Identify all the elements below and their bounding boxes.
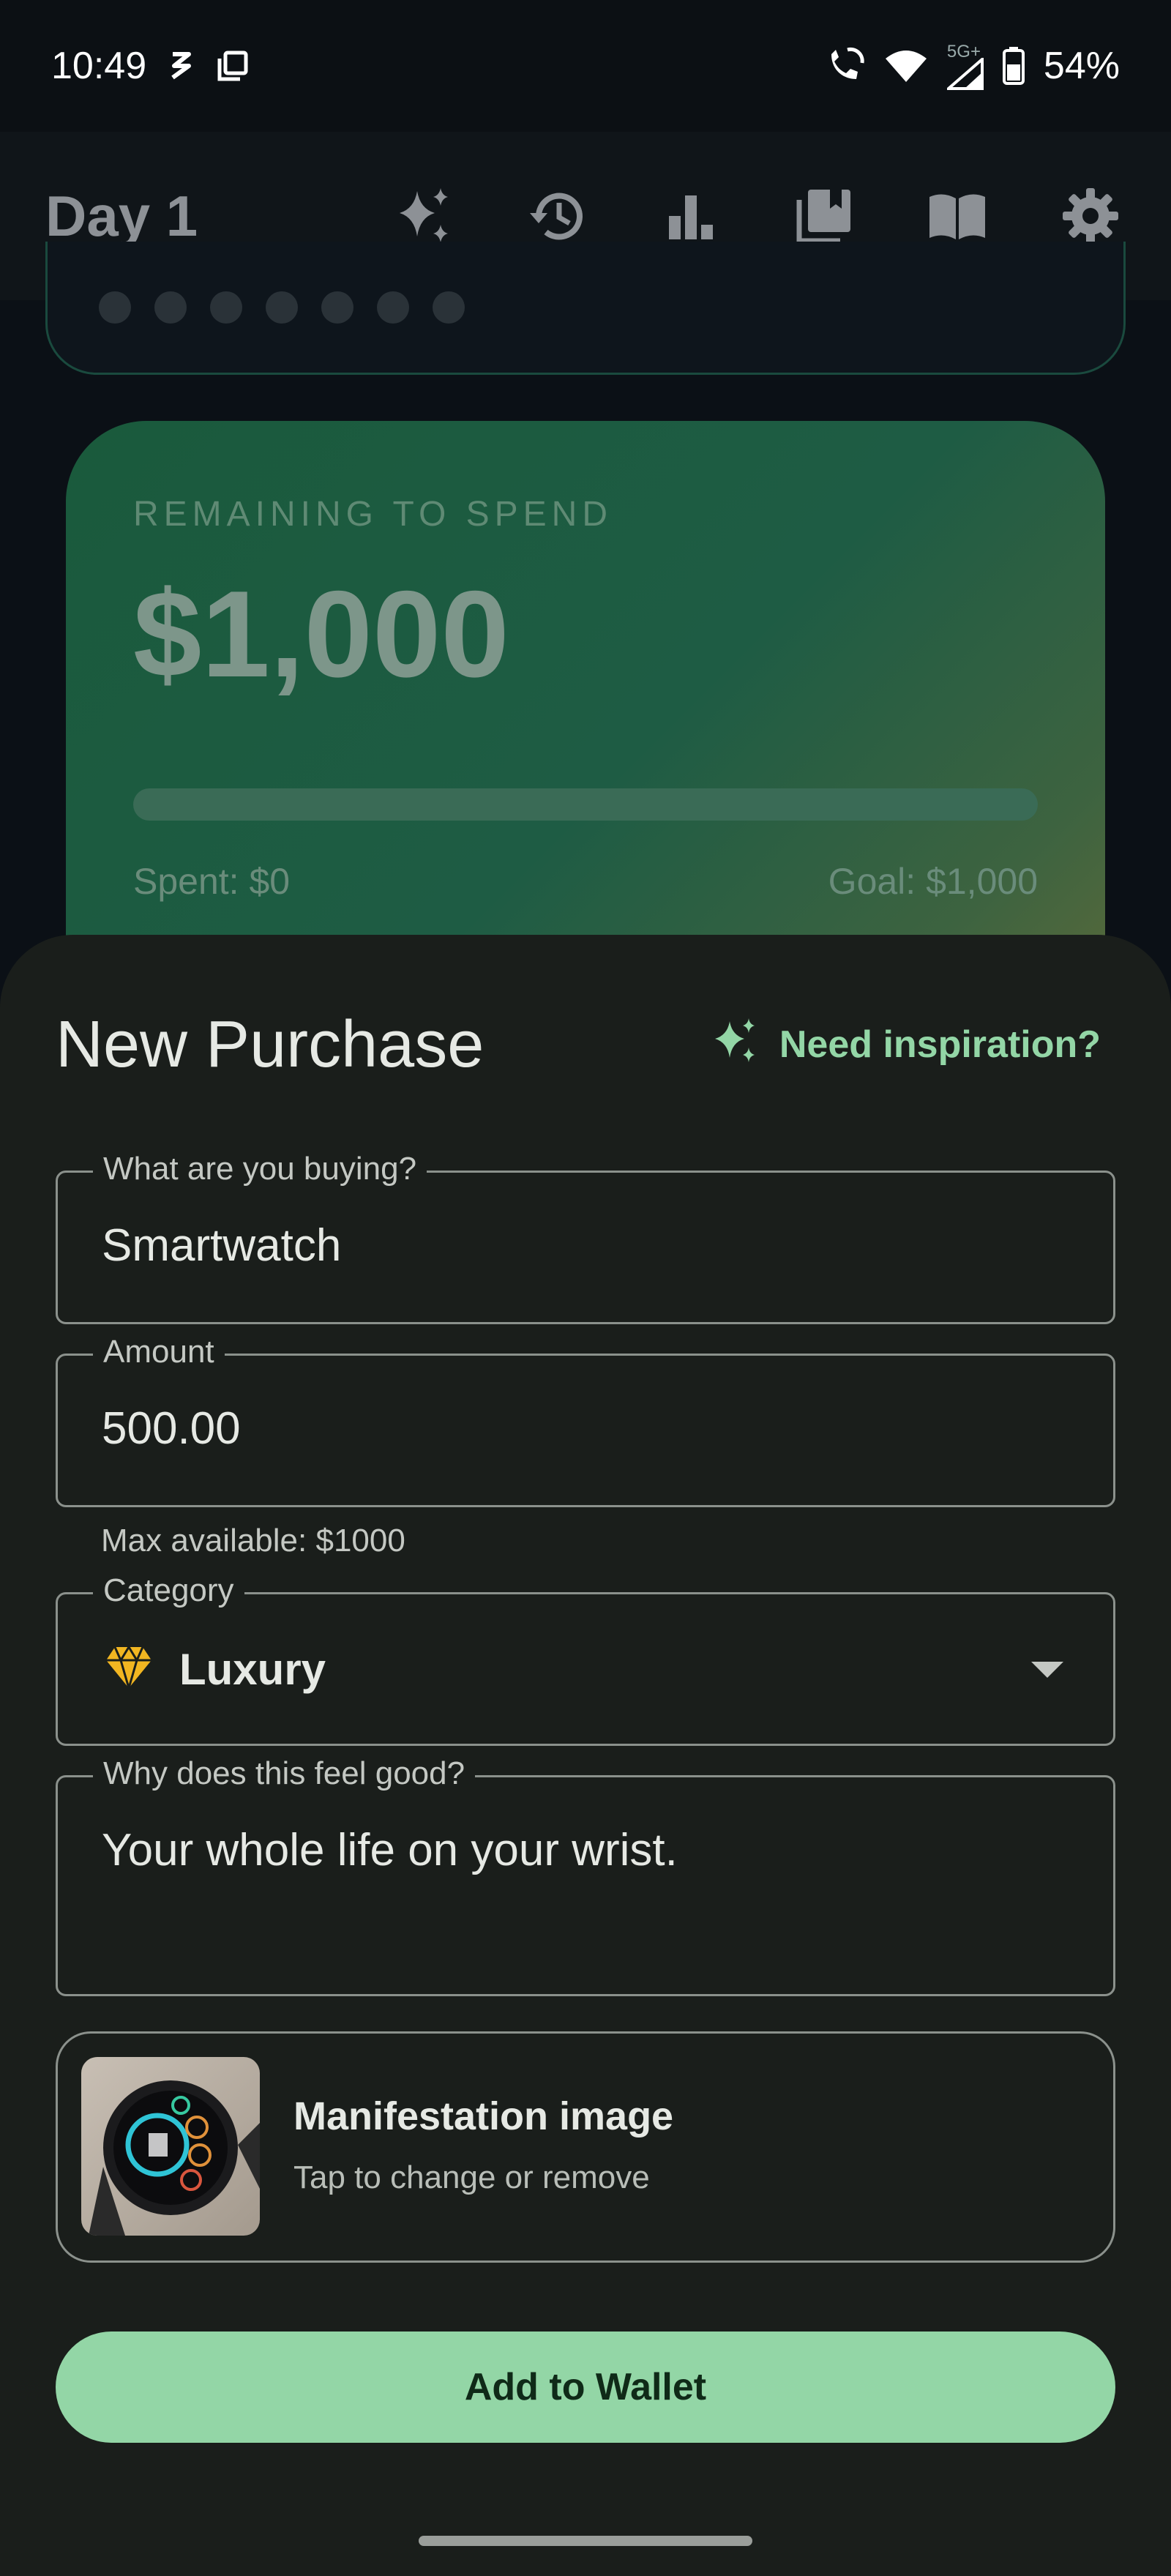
diamond-icon bbox=[105, 1645, 153, 1693]
streak-dot bbox=[377, 291, 409, 324]
amount-value: 500.00 bbox=[102, 1403, 241, 1454]
item-name-value: Smartwatch bbox=[102, 1220, 342, 1271]
budget-label: REMAINING TO SPEND bbox=[133, 495, 613, 534]
gesture-nav-bar[interactable] bbox=[419, 2536, 752, 2546]
image-card-title: Manifestation image bbox=[293, 2094, 674, 2138]
sheet-title: New Purchase bbox=[56, 1007, 485, 1081]
link-icon bbox=[165, 48, 196, 83]
page-title: Day 1 bbox=[45, 183, 198, 248]
item-name-field[interactable]: What are you buying? Smartwatch bbox=[56, 1151, 1115, 1324]
amount-label: Amount bbox=[93, 1334, 225, 1370]
budget-amount: $1,000 bbox=[133, 565, 509, 703]
budget-goal: Goal: $1,000 bbox=[828, 861, 1038, 902]
item-name-label: What are you buying? bbox=[93, 1151, 427, 1187]
manifestation-image-card[interactable]: Manifestation image Tap to change or rem… bbox=[56, 2031, 1115, 2263]
streak-dot bbox=[266, 291, 298, 324]
budget-card: REMAINING TO SPEND $1,000 Spent: $0 Goal… bbox=[66, 421, 1105, 1021]
category-value: Luxury bbox=[179, 1645, 326, 1694]
streak-dot bbox=[321, 291, 353, 324]
wifi-call-icon bbox=[824, 47, 865, 85]
streak-card bbox=[45, 242, 1126, 375]
streak-dot bbox=[154, 291, 187, 324]
status-bar: 10:49 5G+ 54% bbox=[0, 0, 1171, 132]
budget-spent: Spent: $0 bbox=[133, 861, 291, 902]
streak-dot bbox=[433, 291, 465, 324]
reason-label: Why does this feel good? bbox=[93, 1755, 476, 1792]
category-label: Category bbox=[93, 1572, 244, 1609]
budget-progress bbox=[133, 788, 1038, 821]
streak-dot bbox=[99, 291, 131, 324]
sparkles-icon bbox=[711, 1015, 760, 1075]
new-purchase-sheet: New Purchase Need inspiration? What are … bbox=[0, 935, 1171, 2576]
chevron-down-icon bbox=[1031, 1662, 1063, 1678]
battery-level: 54% bbox=[1043, 45, 1120, 87]
wifi-icon bbox=[884, 48, 928, 83]
image-card-subtitle: Tap to change or remove bbox=[293, 2159, 650, 2195]
smartwatch-thumbnail bbox=[81, 2057, 260, 2236]
inspiration-button[interactable]: Need inspiration? bbox=[711, 1015, 1115, 1075]
add-to-wallet-button[interactable]: Add to Wallet bbox=[56, 2332, 1115, 2443]
amount-helper-text: Max available: $1000 bbox=[101, 1523, 405, 1558]
category-select[interactable]: Category Luxury bbox=[56, 1572, 1115, 1746]
streak-dot bbox=[210, 291, 242, 324]
signal-icon: 5G+ bbox=[946, 42, 984, 90]
battery-icon bbox=[1002, 47, 1025, 85]
amount-field[interactable]: Amount 500.00 bbox=[56, 1334, 1115, 1507]
copy-icon bbox=[215, 48, 250, 83]
reason-value: Your whole life on your wrist. bbox=[102, 1825, 678, 1875]
reason-field[interactable]: Why does this feel good? Your whole life… bbox=[56, 1755, 1115, 1996]
inspiration-label: Need inspiration? bbox=[779, 1023, 1101, 1066]
status-time: 10:49 bbox=[51, 45, 147, 87]
